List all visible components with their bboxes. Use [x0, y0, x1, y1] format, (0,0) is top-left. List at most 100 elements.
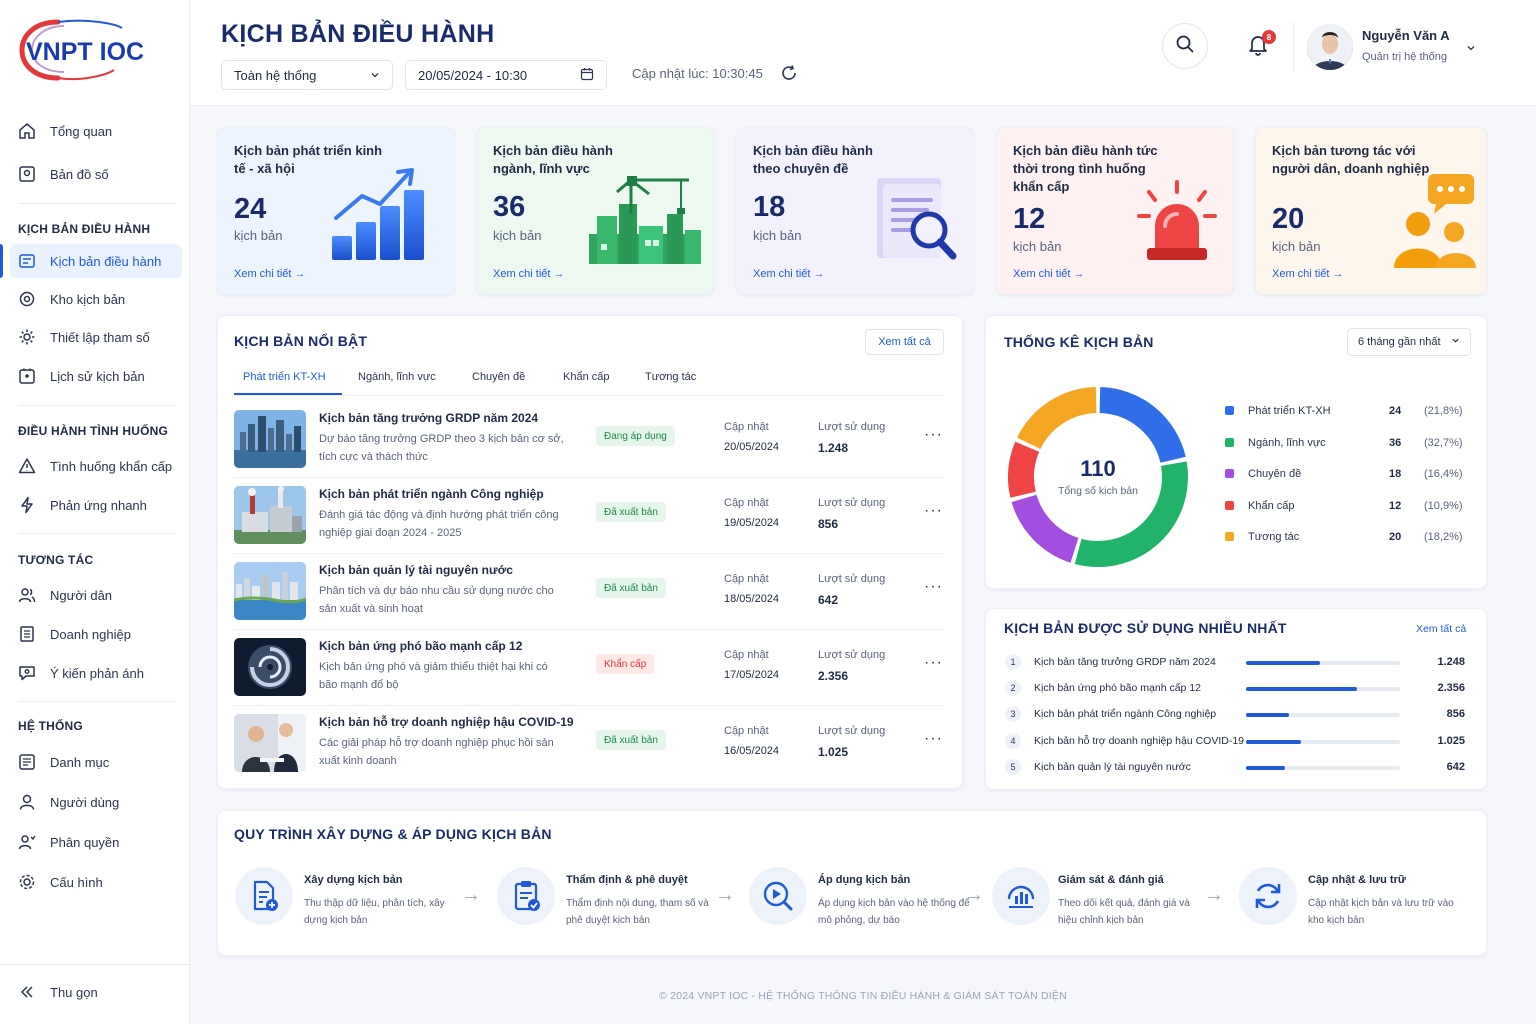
sidebar-item-scenario[interactable]: Kịch bản điều hành: [0, 244, 182, 278]
usage-count: 642: [818, 593, 839, 607]
view-all-link[interactable]: Xem tất cả: [1416, 623, 1466, 635]
collapse-label: Thu gọn: [50, 984, 98, 1000]
sidebar-item-label: Kho kịch bản: [50, 291, 126, 307]
view-detail-link[interactable]: Xem chi tiết →: [1013, 268, 1085, 280]
document-add-icon: [235, 867, 293, 925]
siren-icon: [1135, 180, 1219, 269]
step-description: Áp dụng kịch bản vào hệ thống để mô phỏn…: [818, 898, 970, 926]
divider: [1293, 22, 1294, 72]
sidebar-item-config[interactable]: Cấu hình: [10, 865, 182, 899]
view-all-button[interactable]: Xem tất cả: [865, 329, 944, 355]
tab-emergency[interactable]: Khẩn cấp: [563, 371, 609, 383]
stat-card-unit: kịch bản: [1272, 239, 1321, 254]
list-item[interactable]: 2 Kịch bản ứng phó bão mạnh cấp 12 2.356: [1005, 680, 1465, 700]
donut-slice-3[interactable]: [1011, 494, 1079, 563]
datetime-value: 20/05/2024 - 10:30: [418, 67, 528, 83]
donut-slice-4[interactable]: [1008, 441, 1040, 498]
sidebar-item-permissions[interactable]: Phân quyền: [10, 825, 182, 859]
legend-percent: (16,4%): [1424, 468, 1463, 480]
sidebar-item-rapid-response[interactable]: Phản ứng nhanh: [10, 488, 182, 522]
table-row[interactable]: Kịch bản quản lý tài nguyên nước Phân tí…: [234, 554, 944, 630]
legend-swatch: [1225, 437, 1234, 447]
list-item[interactable]: 5 Kịch bản quản lý tài nguyên nước 642: [1005, 758, 1465, 779]
period-select[interactable]: 6 tháng gần nhất: [1347, 328, 1471, 356]
datetime-picker[interactable]: 20/05/2024 - 10:30: [405, 60, 607, 90]
sidebar-item-archive[interactable]: Kho kịch bản: [10, 282, 182, 316]
list-item[interactable]: 3 Kịch bản phát triển ngành Công nghiệp 85…: [1005, 706, 1465, 726]
view-detail-link[interactable]: Xem chi tiết →: [234, 268, 306, 280]
notifications-button[interactable]: 8: [1246, 30, 1276, 60]
chevron-down-icon[interactable]: [1466, 40, 1476, 58]
refresh-icon[interactable]: [780, 64, 798, 87]
step-title: Áp dụng kịch bản: [818, 874, 911, 886]
sidebar-item-emergency[interactable]: Tình huống khẩn cấp: [10, 449, 182, 483]
sidebar-item-label: Thiết lập tham số: [50, 329, 150, 345]
sidebar-item-history[interactable]: Lịch sử kịch bản: [10, 359, 182, 393]
view-detail-link[interactable]: Xem chi tiết →: [753, 268, 825, 280]
legend-label: Khẩn cấp: [1248, 499, 1295, 512]
sidebar-item-parameters[interactable]: Thiết lập tham số: [10, 320, 182, 354]
stat-card-topic[interactable]: Kịch bản điều hành theo chuyên đề 18 kịc…: [736, 127, 974, 295]
row-title[interactable]: Kịch bản hỗ trợ doanh nghiệp hậu COVID-1…: [319, 715, 574, 729]
row-title[interactable]: Kịch bản phát triển ngành Công nghiệp: [319, 487, 544, 501]
chat-people-icon: [1390, 172, 1476, 273]
list-item[interactable]: 4 Kịch bản hỗ trợ doanh nghiệp hậu COVID-…: [1005, 732, 1465, 753]
step-title: Cập nhật & lưu trữ: [1308, 874, 1406, 886]
donut-slice-1[interactable]: [1099, 387, 1186, 464]
avatar[interactable]: [1307, 24, 1353, 70]
more-options-icon[interactable]: ···: [924, 578, 943, 596]
stat-card-emergency[interactable]: Kịch bản điều hành tức thời trong tình h…: [996, 127, 1234, 295]
tab-socioeconomic[interactable]: Phát triển KT-XH: [243, 371, 326, 383]
more-options-icon[interactable]: ···: [924, 654, 943, 672]
tab-interaction[interactable]: Tương tác: [645, 371, 696, 383]
stat-card-value: 20: [1272, 203, 1305, 235]
stat-card-sector[interactable]: Kịch bản điều hành ngành, lĩnh vực 36 kị…: [476, 127, 714, 295]
table-row[interactable]: Kịch bản hỗ trợ doanh nghiệp hậu COVID-1…: [234, 706, 944, 782]
last-updated-text: Cập nhật lúc: 10:30:45: [632, 66, 763, 81]
legend-value: 24: [1389, 405, 1402, 417]
factory-thumb: [234, 486, 306, 544]
collapse-sidebar-button[interactable]: Thu gọn: [10, 975, 182, 1009]
view-detail-link[interactable]: Xem chi tiết →: [1272, 268, 1344, 280]
updated-date: 19/05/2024: [724, 517, 780, 529]
row-title[interactable]: Kịch bản ứng phó bão mạnh cấp 12: [319, 639, 522, 653]
gear-icon: [18, 873, 36, 891]
sidebar-item-label: Tổng quan: [50, 123, 113, 139]
more-options-icon[interactable]: ···: [924, 502, 943, 520]
sidebar-item-digital-map[interactable]: Bản đồ số: [10, 157, 182, 191]
stat-card-unit: kịch bản: [1013, 239, 1062, 254]
stat-card-socioeconomic[interactable]: Kịch bản phát triển kinh tế - xã hội 24 …: [217, 127, 455, 295]
stat-card-unit: kịch bản: [753, 228, 802, 243]
vnpt-ioc-logo[interactable]: VNPT IOC: [18, 14, 168, 84]
updated-label: Cập nhật: [724, 725, 769, 737]
tab-sector[interactable]: Ngành, lĩnh vực: [358, 371, 436, 383]
table-row[interactable]: Kịch bản phát triển ngành Công nghiệp Đá…: [234, 478, 944, 554]
stat-card-title: Kịch bản điều hành ngành, lĩnh vực: [493, 143, 613, 176]
list-item[interactable]: 1 Kịch bản tăng trưởng GRDP năm 2024 1.248: [1005, 654, 1465, 674]
sidebar-item-feedback[interactable]: Ý kiến phản ánh: [10, 656, 182, 690]
view-detail-link[interactable]: Xem chi tiết →: [493, 268, 565, 280]
row-title[interactable]: Kịch bản quản lý tài nguyên nước: [319, 563, 513, 577]
sidebar-item-citizens[interactable]: Người dân: [10, 578, 182, 612]
tab-topic[interactable]: Chuyên đề: [472, 371, 525, 383]
sidebar-item-categories[interactable]: Danh mục: [10, 745, 182, 779]
row-description: Phân tích và dự báo nhu cầu sử dụng nước…: [319, 585, 554, 615]
scope-select[interactable]: Toàn hệ thống: [221, 60, 393, 90]
more-options-icon[interactable]: ···: [924, 730, 943, 748]
donut-slice-5[interactable]: [1017, 387, 1097, 450]
stat-card-interaction[interactable]: Kịch bản tương tác với người dân, doanh …: [1255, 127, 1487, 295]
stat-card-value: 36: [493, 191, 526, 223]
status-badge: Đã xuất bản: [596, 502, 666, 522]
legend-label: Ngành, lĩnh vực: [1248, 436, 1326, 449]
row-title[interactable]: Kịch bản tăng trưởng GRDP năm 2024: [319, 411, 538, 425]
more-options-icon[interactable]: ···: [924, 426, 943, 444]
chevron-down-icon: [370, 68, 380, 83]
table-row[interactable]: Kịch bản tăng trưởng GRDP năm 2024 Dự bá…: [234, 402, 944, 478]
legend-label: Chuyên đề: [1248, 468, 1302, 480]
sidebar-item-overview[interactable]: Tổng quan: [10, 114, 182, 148]
table-row[interactable]: Kịch bản ứng phó bão mạnh cấp 12 Kịch bả…: [234, 630, 944, 706]
search-button[interactable]: [1162, 23, 1208, 69]
sidebar-item-businesses[interactable]: Doanh nghiệp: [10, 617, 182, 651]
sidebar-item-users[interactable]: Người dùng: [10, 785, 182, 819]
river-city-thumb: [234, 562, 306, 620]
